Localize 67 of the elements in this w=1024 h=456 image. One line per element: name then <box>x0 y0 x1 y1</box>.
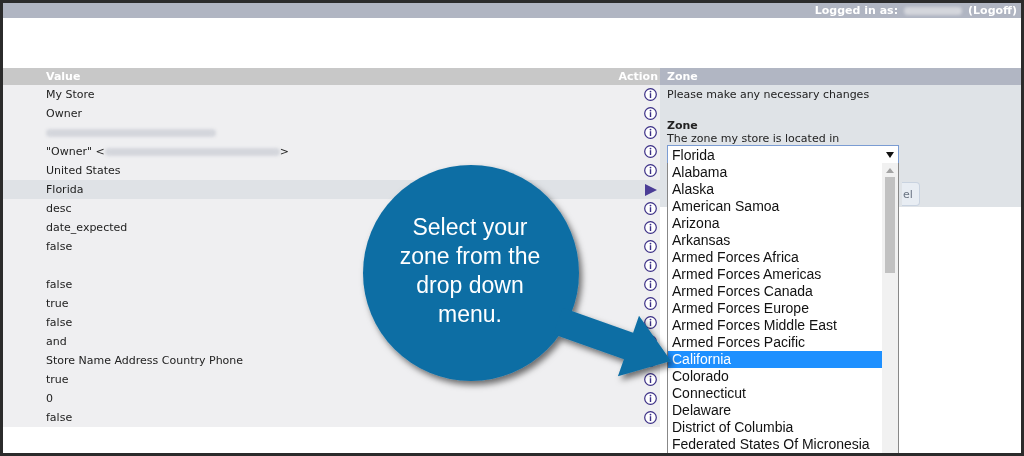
dropdown-option[interactable]: Connecticut <box>668 385 882 402</box>
table-cell: date_expected <box>46 221 128 234</box>
table-cell: Florida <box>46 183 84 196</box>
table-cell: and <box>46 335 67 348</box>
info-icon[interactable] <box>644 88 657 101</box>
table-row[interactable]: false <box>3 408 660 427</box>
dropdown-option[interactable]: Alaska <box>668 181 882 198</box>
table-cell: > <box>279 145 289 158</box>
table-cell: "Owner" < <box>46 145 105 158</box>
info-icon[interactable] <box>644 202 657 215</box>
cancel-button[interactable]: el <box>902 182 920 206</box>
dropdown-option[interactable]: Armed Forces Pacific <box>668 334 882 351</box>
dropdown-option[interactable]: Armed Forces Europe <box>668 300 882 317</box>
table-row[interactable]: United States <box>3 161 660 180</box>
table-cell: false <box>46 240 73 253</box>
field-label: Zone <box>667 119 699 132</box>
table-cell: Owner <box>46 107 82 120</box>
caret-icon <box>886 152 894 158</box>
panel-title: Zone <box>667 70 698 83</box>
table-cell: United States <box>46 164 121 177</box>
dropdown-option[interactable]: Arkansas <box>668 232 882 249</box>
dropdown-option[interactable]: Alabama <box>668 164 882 181</box>
zone-select[interactable]: Florida <box>667 145 899 165</box>
info-icon[interactable] <box>644 392 657 405</box>
info-icon[interactable] <box>644 107 657 120</box>
table-cell: 0 <box>46 392 53 405</box>
table-cell: desc <box>46 202 72 215</box>
dropdown-option[interactable]: Armed Forces Americas <box>668 266 882 283</box>
table-cell: true <box>46 297 69 310</box>
info-icon[interactable] <box>644 259 657 272</box>
table-row[interactable]: 0 <box>3 389 660 408</box>
info-icon[interactable] <box>644 278 657 291</box>
info-icon[interactable] <box>644 126 657 139</box>
table-cell: false <box>46 278 73 291</box>
table-row[interactable]: My Store <box>3 85 660 104</box>
dropdown-option[interactable]: District of Columbia <box>668 419 882 436</box>
table-cell: My Store <box>46 88 95 101</box>
table-cell: false <box>46 411 73 424</box>
table-cell: false <box>46 316 73 329</box>
instruction-text: Please make any necessary changes <box>667 88 871 101</box>
dropdown-option[interactable]: American Samoa <box>668 198 882 215</box>
field-hint: The zone my store is located in <box>667 132 841 145</box>
dropdown-option[interactable]: Delaware <box>668 402 882 419</box>
scrollbar[interactable] <box>882 163 898 453</box>
dropdown-option[interactable]: Colorado <box>668 368 882 385</box>
info-icon[interactable] <box>644 411 657 424</box>
info-icon[interactable] <box>644 297 657 310</box>
dropdown-option[interactable]: Armed Forces Canada <box>668 283 882 300</box>
dropdown-option[interactable]: Federated States Of Micronesia <box>668 436 882 453</box>
dropdown-option[interactable]: Arizona <box>668 215 882 232</box>
info-icon[interactable] <box>644 316 657 329</box>
info-icon[interactable] <box>644 373 657 386</box>
table-row[interactable]: true <box>3 370 660 389</box>
info-icon[interactable] <box>644 240 657 253</box>
info-icon[interactable] <box>644 221 657 234</box>
table-cell: true <box>46 373 69 386</box>
play-icon[interactable] <box>645 183 657 196</box>
dropdown-option[interactable]: Armed Forces Middle East <box>668 317 882 334</box>
dropdown-option[interactable]: Armed Forces Africa <box>668 249 882 266</box>
table-row[interactable]: Owner <box>3 104 660 123</box>
redacted-username <box>904 6 963 15</box>
table-cell: Store Name Address Country Phone <box>46 354 244 367</box>
info-icon[interactable] <box>644 145 657 158</box>
info-icon[interactable] <box>644 164 657 177</box>
table-row[interactable]: "Owner" < > <box>3 142 660 161</box>
logged-in-label: Logged in as: <box>814 4 899 17</box>
scrollbar-thumb[interactable] <box>885 177 895 273</box>
